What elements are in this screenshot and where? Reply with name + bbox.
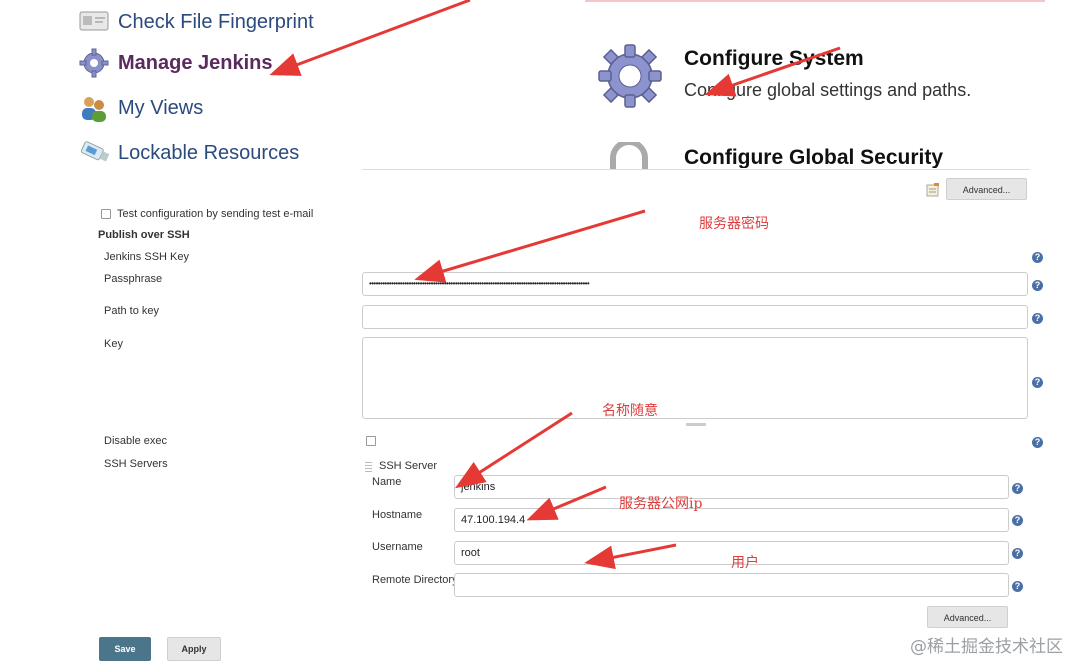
key-label: Key xyxy=(104,338,123,350)
test-email-checkbox[interactable] xyxy=(101,209,111,219)
help-icon[interactable]: ? xyxy=(1012,581,1023,592)
menu-label[interactable]: My Views xyxy=(118,97,203,120)
menu-item-lockable-resources[interactable]: Lockable Resources xyxy=(78,137,299,169)
users-icon xyxy=(78,92,110,124)
disable-exec-checkbox[interactable] xyxy=(366,436,376,446)
menu-label[interactable]: Manage Jenkins xyxy=(118,52,273,75)
remote-directory-input[interactable] xyxy=(454,573,1009,597)
path-to-key-input[interactable] xyxy=(362,305,1028,329)
passphrase-input[interactable]: ••••••••••••••••••••••••••••••••••••••••… xyxy=(362,272,1028,296)
hostname-label: Hostname xyxy=(372,509,423,521)
help-icon[interactable]: ? xyxy=(1032,377,1043,388)
publish-over-ssh-heading: Publish over SSH xyxy=(98,229,190,241)
path-to-key-label: Path to key xyxy=(104,305,160,317)
configure-system-desc: Configure global settings and paths. xyxy=(684,80,972,100)
advanced-button-server[interactable]: Advanced... xyxy=(927,606,1008,628)
section-divider xyxy=(362,169,1030,170)
ssh-server-header: SSH Server xyxy=(379,460,438,472)
ssh-servers-label: SSH Servers xyxy=(104,458,168,470)
help-icon[interactable]: ? xyxy=(1012,548,1023,559)
configure-system-gear-icon[interactable] xyxy=(596,42,664,115)
help-icon[interactable]: ? xyxy=(1032,313,1043,324)
menu-item-manage-jenkins[interactable]: Manage Jenkins xyxy=(78,47,273,79)
menu-item-check-fingerprint[interactable]: Check File Fingerprint xyxy=(78,6,314,38)
fingerprint-card-icon xyxy=(78,6,110,38)
notepad-icon xyxy=(925,182,941,203)
advanced-button-top[interactable]: Advanced... xyxy=(946,178,1027,200)
annotation-name-any: 名称随意 xyxy=(602,403,658,419)
test-email-label: Test configuration by sending test e-mai… xyxy=(117,208,314,220)
help-icon[interactable]: ? xyxy=(1032,280,1043,291)
username-label: Username xyxy=(372,541,423,553)
jenkins-ssh-key-label: Jenkins SSH Key xyxy=(104,251,189,263)
disable-exec-label: Disable exec xyxy=(104,435,167,447)
name-input[interactable]: jenkins xyxy=(454,475,1009,499)
save-button[interactable]: Save xyxy=(99,637,151,661)
annotation-user: 用户 xyxy=(731,555,759,571)
name-label: Name xyxy=(372,476,402,488)
drag-handle-icon[interactable] xyxy=(365,460,372,472)
annotation-server-public-ip: 服务器公网ip xyxy=(619,496,703,512)
usb-drive-icon xyxy=(78,137,110,169)
help-icon[interactable]: ? xyxy=(1032,252,1043,263)
lock-icon[interactable] xyxy=(607,142,651,169)
help-icon[interactable]: ? xyxy=(1032,437,1043,448)
remote-directory-label: Remote Directory xyxy=(372,574,458,586)
gear-icon xyxy=(78,47,110,79)
watermark: @稀土掘金技术社区 xyxy=(910,637,1063,657)
apply-button[interactable]: Apply xyxy=(167,637,221,661)
passphrase-label: Passphrase xyxy=(104,273,163,285)
menu-label[interactable]: Check File Fingerprint xyxy=(118,11,314,34)
textarea-resize-handle[interactable] xyxy=(686,423,706,426)
hostname-input[interactable]: 47.100.194.4 xyxy=(454,508,1009,532)
configure-system-title[interactable]: Configure System xyxy=(684,47,864,71)
top-divider xyxy=(585,0,1045,2)
annotation-server-password: 服务器密码 xyxy=(699,216,769,232)
menu-label[interactable]: Lockable Resources xyxy=(118,142,299,165)
menu-item-my-views[interactable]: My Views xyxy=(78,92,203,124)
key-textarea[interactable] xyxy=(362,337,1028,419)
help-icon[interactable]: ? xyxy=(1012,483,1023,494)
arrow-passphrase xyxy=(414,209,646,283)
help-icon[interactable]: ? xyxy=(1012,515,1023,526)
configure-security-title[interactable]: Configure Global Security xyxy=(684,146,943,168)
